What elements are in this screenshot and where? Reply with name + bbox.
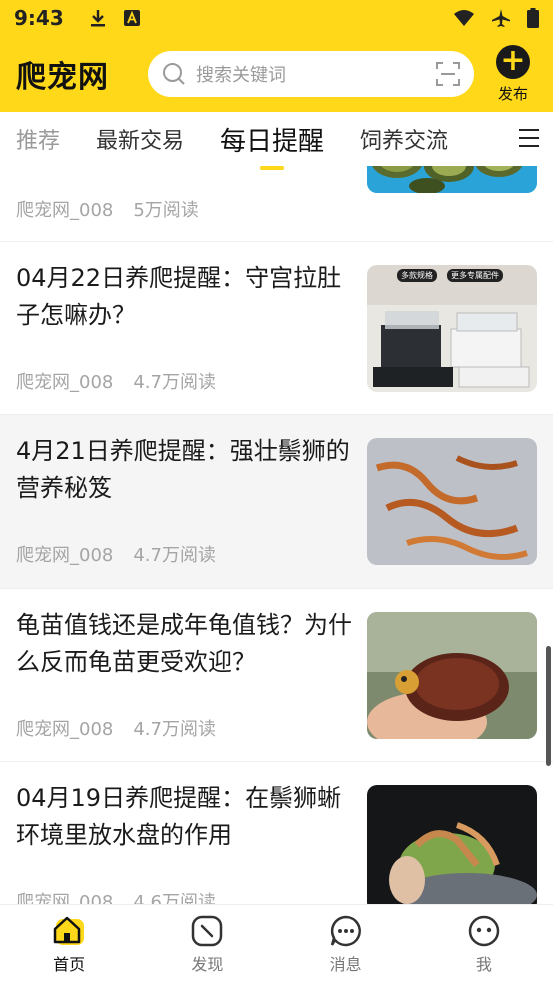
list-item[interactable]: 龟苗值钱还是成年龟值钱？为什么反而龟苗更受欢迎？ 爬宠网_008 4.7万阅读 (0, 589, 553, 762)
article-meta: 爬宠网_008 5万阅读 (16, 196, 199, 222)
nav-label: 发现 (191, 954, 224, 974)
list-item[interactable]: 04月22日养爬提醒：守宫拉肚子怎嘛办？ 爬宠网_008 4.7万阅读 多款规格… (0, 242, 553, 415)
nav-home[interactable]: 首页 (29, 915, 109, 975)
nav-label: 消息 (329, 954, 362, 974)
category-tabs: 推荐 最新交易 每日提醒 饲养交流 (0, 112, 553, 166)
article-meta: 爬宠网_008 4.6万阅读 (16, 888, 216, 904)
article-reads: 5万阅读 (133, 200, 199, 221)
nav-label: 我 (475, 954, 492, 974)
article-author: 爬宠网_008 (16, 719, 114, 740)
article-reads: 4.7万阅读 (133, 372, 216, 393)
article-title: 04月19日养爬提醒：在鬃狮蜥环境里放水盘的作用 (16, 784, 342, 849)
article-thumbnail (367, 612, 537, 739)
article-thumbnail (367, 785, 537, 904)
search-input[interactable]: 搜索关键词 (148, 51, 474, 97)
article-author: 爬宠网_008 (16, 892, 114, 904)
publish-label: 发布 (497, 84, 528, 103)
menu-icon[interactable] (519, 129, 539, 147)
nav-discover[interactable]: 发现 (167, 915, 247, 975)
thumb-tag: 多款规格 (397, 269, 437, 282)
article-thumbnail: 多款规格 更多专属配件 (367, 265, 537, 392)
app-logo: 爬宠网 (16, 60, 109, 95)
article-title: 龟苗值钱还是成年龟值钱？为什么反而龟苗更受欢迎？ (16, 611, 352, 676)
thumb-tag: 更多专属配件 (447, 269, 503, 282)
download-icon (90, 10, 105, 27)
article-meta: 爬宠网_008 4.7万阅读 (16, 715, 216, 741)
article-reads: 4.7万阅读 (133, 719, 216, 740)
home-icon (53, 916, 85, 945)
status-bar: 9:43 (0, 0, 553, 36)
nav-profile[interactable]: 我 (444, 915, 524, 975)
profile-icon (468, 915, 500, 946)
article-author: 爬宠网_008 (16, 200, 114, 221)
scrollbar[interactable] (546, 646, 551, 766)
app-header: 爬宠网 搜索关键词 + 发布 (0, 36, 553, 112)
article-title: 4月21日养爬提醒：强壮鬃狮的营养秘笈 (16, 437, 350, 502)
plus-icon: + (496, 44, 530, 79)
scan-icon[interactable] (436, 62, 460, 86)
article-author: 爬宠网_008 (16, 372, 114, 393)
tab-daily-reminder[interactable]: 每日提醒 (220, 121, 324, 158)
publish-button[interactable]: + 发布 (489, 44, 537, 104)
nav-label: 首页 (53, 954, 86, 974)
article-reads: 4.6万阅读 (133, 892, 216, 904)
search-icon (163, 63, 185, 85)
article-thumbnail (367, 438, 537, 565)
tab-latest-trades[interactable]: 最新交易 (96, 123, 184, 155)
airplane-icon (492, 9, 510, 27)
bottom-navigation: 首页 发现 消息 我 (0, 904, 553, 984)
tab-care-discussion[interactable]: 饲养交流 (360, 123, 448, 155)
search-placeholder: 搜索关键词 (196, 65, 286, 86)
article-title: 04月22日养爬提醒：守宫拉肚子怎嘛办？ (16, 264, 342, 329)
chat-icon (330, 915, 361, 946)
list-item[interactable]: 爬宠网_008 5万阅读 (0, 166, 553, 242)
compass-icon (192, 915, 223, 946)
nav-messages[interactable]: 消息 (306, 915, 386, 975)
article-meta: 爬宠网_008 4.7万阅读 (16, 541, 216, 567)
article-reads: 4.7万阅读 (133, 545, 216, 566)
list-item[interactable]: 4月21日养爬提醒：强壮鬃狮的营养秘笈 爬宠网_008 4.7万阅读 (0, 415, 553, 589)
status-time: 9:43 (14, 6, 64, 30)
battery-icon (527, 8, 539, 28)
article-meta: 爬宠网_008 4.7万阅读 (16, 368, 216, 394)
list-item[interactable]: 04月19日养爬提醒：在鬃狮蜥环境里放水盘的作用 爬宠网_008 4.6万阅读 (0, 762, 553, 904)
tab-recommend[interactable]: 推荐 (16, 123, 60, 155)
article-list: 爬宠网_008 5万阅读 04月22日养爬提醒：守宫拉肚子怎嘛办？ 爬宠网_00… (0, 166, 553, 904)
app-notification-icon (123, 10, 140, 26)
wifi-icon (454, 10, 474, 26)
article-thumbnail (367, 166, 537, 193)
article-author: 爬宠网_008 (16, 545, 114, 566)
